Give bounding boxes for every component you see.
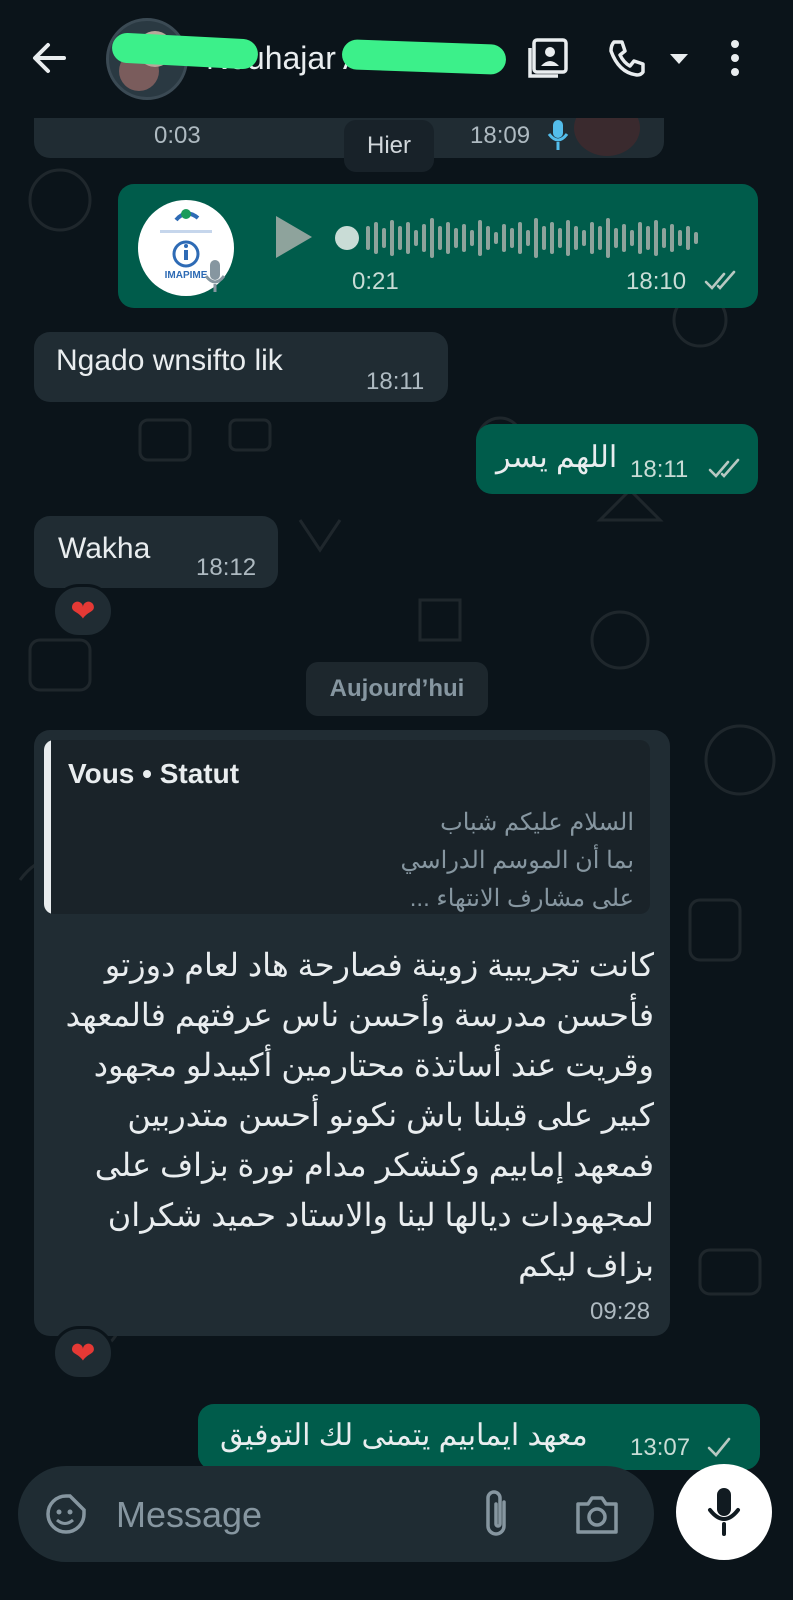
message-composer[interactable] — [18, 1466, 654, 1562]
heart-reaction[interactable]: ❤ — [52, 584, 114, 638]
message-time: 09:28 — [590, 1298, 651, 1325]
reply-body: كانت تجريبية زوينة فصارحة هاد لعام دوزتو… — [34, 930, 670, 1283]
mic-button[interactable] — [676, 1464, 772, 1560]
redaction-mark — [341, 39, 507, 75]
body-line: كبير على قبلنا باش نكونو أحسن متدربين — [127, 1097, 654, 1133]
message-incoming[interactable]: Wakha 18:12 — [34, 516, 278, 588]
contact-card-icon[interactable] — [526, 36, 570, 80]
quote-line: على مشارف الانتهاء ... — [409, 885, 634, 912]
quoted-status[interactable]: Vous • Statut السلام عليكم شباب بما أن ا… — [44, 740, 650, 914]
body-line: فمعهد إمابيم وكنشكر مدام نورة بزاف على — [94, 1147, 654, 1183]
back-arrow-icon[interactable] — [28, 36, 72, 80]
message-time: 18:09 — [470, 122, 531, 149]
body-line: وقريت عند أساتذة محتارمين أكيبدلو مجهود — [93, 1047, 654, 1083]
body-line: كانت تجريبية زوينة فصارحة هاد لعام دوزتو — [104, 947, 654, 983]
voice-duration: 0:21 — [352, 268, 399, 295]
quote-line: السلام عليكم شباب — [440, 809, 634, 836]
message-incoming[interactable]: Ngado wnsifto lik 18:11 — [34, 332, 448, 402]
message-outgoing[interactable]: معهد ايمابيم يتمنى لك التوفيق 13:07 — [198, 1404, 760, 1470]
camera-icon[interactable] — [574, 1492, 620, 1541]
message-time: 18:10 — [626, 268, 687, 295]
date-separator: Aujourd’hui — [306, 662, 488, 716]
date-separator: Hier — [344, 120, 434, 172]
message-time: 13:07 — [630, 1434, 691, 1461]
quote-line: بما أن الموسم الدراسي — [400, 847, 634, 874]
message-text: اللهم يسر — [496, 441, 618, 474]
chat-header: Nouhajar Ahssin — [0, 0, 793, 118]
mic-icon — [204, 258, 226, 299]
sticker-icon[interactable] — [44, 1492, 88, 1541]
logo-text: IMAPIME — [165, 270, 208, 281]
dropdown-caret-icon[interactable] — [664, 36, 694, 80]
play-icon[interactable] — [274, 214, 314, 265]
voice-message-outgoing[interactable]: IMAPIME 0:21 18:10 — [118, 184, 758, 308]
mic-icon — [706, 1486, 742, 1543]
voice-waveform[interactable] — [334, 216, 714, 265]
double-check-icon — [704, 270, 738, 297]
message-input[interactable] — [114, 1488, 448, 1542]
body-line: بزاف ليكم — [518, 1247, 654, 1283]
message-text: Ngado wnsifto lik — [56, 344, 283, 377]
message-text: معهد ايمابيم يتمنى لك التوفيق — [220, 1419, 588, 1452]
body-line: لمجهودات ديالها لينا والاستاد حميد شكران — [107, 1197, 654, 1233]
phone-icon[interactable] — [604, 36, 648, 80]
single-check-icon — [706, 1436, 732, 1463]
heart-reaction[interactable]: ❤ — [52, 1326, 114, 1380]
message-time: 18:11 — [366, 368, 425, 395]
body-line: فأحسن مدرسة وأحسن ناس عرفتهم فالمعهد — [65, 997, 654, 1033]
attach-icon[interactable] — [478, 1488, 518, 1545]
more-vertical-icon[interactable] — [720, 36, 750, 80]
message-outgoing[interactable]: اللهم يسر 18:11 — [476, 424, 758, 494]
voice-duration: 0:03 — [154, 122, 201, 149]
message-text: Wakha — [58, 532, 151, 565]
double-check-icon — [708, 458, 742, 485]
mic-icon — [546, 118, 570, 157]
message-time: 18:11 — [630, 456, 689, 483]
quote-title: Vous • Statut — [68, 758, 240, 789]
quote-bar — [44, 740, 51, 914]
message-time: 18:12 — [196, 554, 257, 581]
